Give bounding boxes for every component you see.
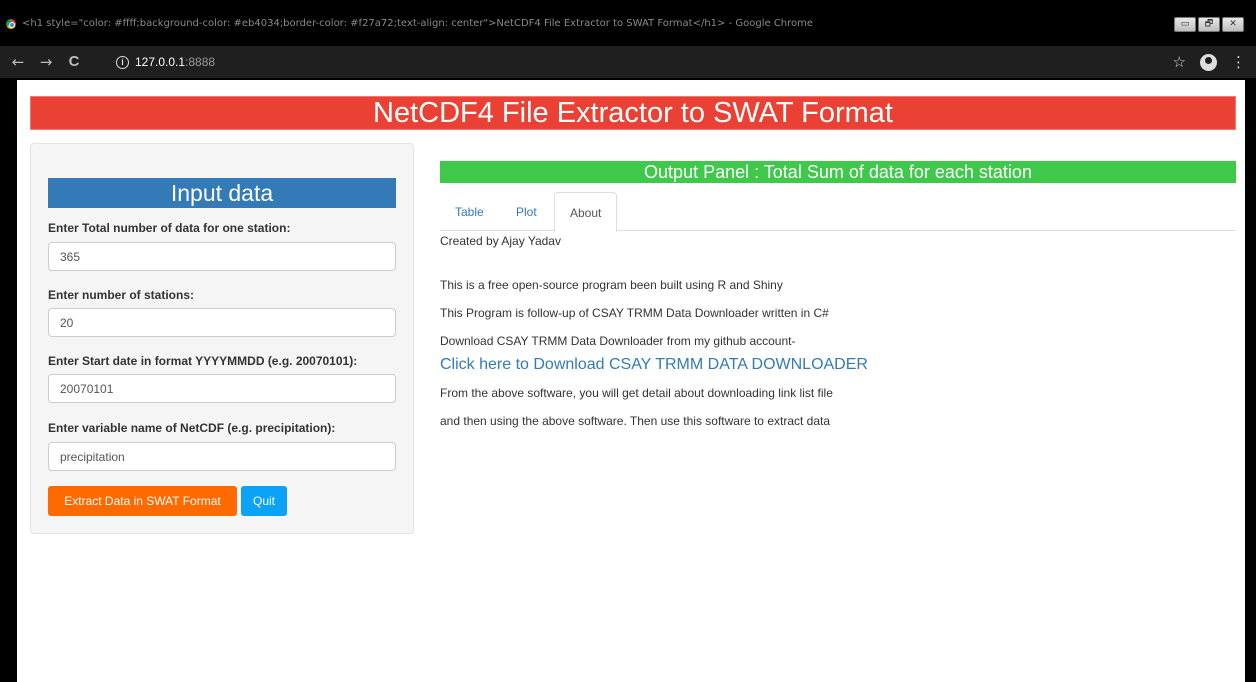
tab-about[interactable]: About bbox=[554, 192, 618, 232]
toolbar-right-icons: ☆ ⋮ bbox=[1173, 52, 1246, 72]
page-title: NetCDF4 File Extractor to SWAT Format bbox=[30, 96, 1236, 130]
quit-button[interactable]: Quit bbox=[241, 486, 287, 516]
about-line-2: This Program is follow-up of CSAY TRMM D… bbox=[440, 306, 829, 320]
input-sidebar-panel: Input data Enter Total number of data fo… bbox=[30, 143, 414, 534]
about-author: Created by Ajay Yadav bbox=[440, 234, 561, 248]
tab-table[interactable]: Table bbox=[440, 192, 499, 231]
url-port: :8888 bbox=[185, 55, 216, 69]
site-info-icon[interactable]: i bbox=[116, 55, 129, 69]
url-host: 127.0.0.1 bbox=[135, 55, 186, 69]
restore-icon[interactable]: 🗗 bbox=[1198, 17, 1220, 32]
total-data-input[interactable] bbox=[48, 242, 396, 271]
total-data-label: Enter Total number of data for one stati… bbox=[48, 221, 291, 235]
tab-plot[interactable]: Plot bbox=[501, 192, 552, 231]
browser-toolbar: ← → C i 127.0.0.1 :8888 ☆ ⋮ bbox=[0, 46, 1256, 78]
variable-name-input[interactable] bbox=[48, 442, 396, 471]
window-controls: ▭ 🗗 ✕ bbox=[1174, 17, 1244, 32]
variable-name-label: Enter variable name of NetCDF (e.g. prec… bbox=[48, 421, 336, 435]
input-data-heading: Input data bbox=[48, 178, 396, 208]
start-date-label: Enter Start date in format YYYYMMDD (e.g… bbox=[48, 354, 358, 368]
about-line-3: Download CSAY TRMM Data Downloader from … bbox=[440, 334, 796, 348]
extract-data-button[interactable]: Extract Data in SWAT Format bbox=[48, 486, 237, 516]
address-bar[interactable]: i 127.0.0.1 :8888 bbox=[116, 51, 215, 73]
about-line-4: From the above software, you will get de… bbox=[440, 386, 833, 400]
back-arrow-icon[interactable]: ← bbox=[8, 52, 28, 72]
window-title: <h1 style="color: #ffff;background-color… bbox=[22, 18, 814, 29]
forward-arrow-icon[interactable]: → bbox=[36, 52, 56, 72]
num-stations-input[interactable] bbox=[48, 308, 396, 337]
output-tabs: Table Plot About bbox=[440, 192, 1236, 232]
download-link[interactable]: Click here to Download CSAY TRMM DATA DO… bbox=[440, 356, 868, 374]
reload-icon[interactable]: C bbox=[64, 52, 84, 72]
output-panel-heading: Output Panel : Total Sum of data for eac… bbox=[440, 161, 1236, 183]
about-line-1: This is a free open-source program been … bbox=[440, 278, 783, 292]
profile-avatar-icon[interactable] bbox=[1200, 54, 1217, 71]
chrome-logo-icon bbox=[6, 19, 16, 29]
kebab-menu-icon[interactable]: ⋮ bbox=[1231, 52, 1246, 72]
start-date-input[interactable] bbox=[48, 374, 396, 403]
page-viewport: NetCDF4 File Extractor to SWAT Format In… bbox=[17, 80, 1245, 682]
minimize-icon[interactable]: ▭ bbox=[1174, 17, 1196, 32]
bookmark-star-icon[interactable]: ☆ bbox=[1173, 52, 1186, 72]
num-stations-label: Enter number of stations: bbox=[48, 288, 195, 302]
close-icon[interactable]: ✕ bbox=[1222, 17, 1244, 32]
window-titlebar: <h1 style="color: #ffff;background-color… bbox=[0, 14, 1256, 34]
about-line-5: and then using the above software. Then … bbox=[440, 414, 831, 428]
browser-window: <h1 style="color: #ffff;background-color… bbox=[0, 0, 1256, 682]
